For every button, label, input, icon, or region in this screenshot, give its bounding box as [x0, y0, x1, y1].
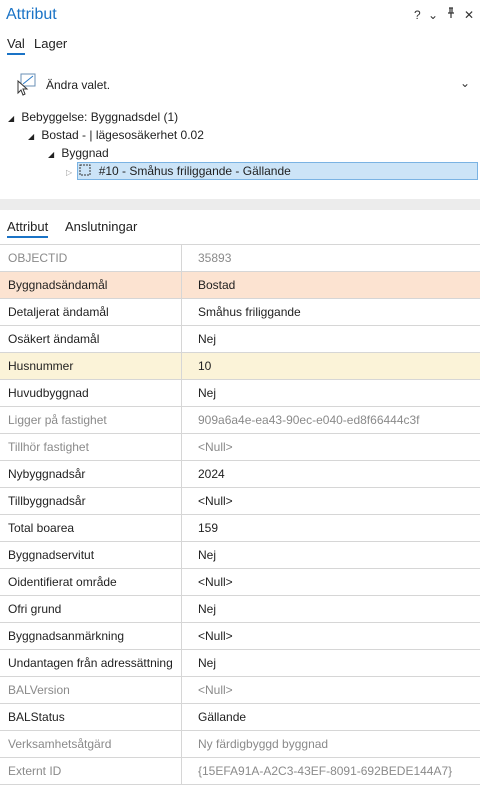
collapse-triangle-icon[interactable]: ▷	[66, 164, 76, 182]
attribute-name: Ligger på fastighet	[0, 406, 182, 434]
attribute-value[interactable]: Gällande	[181, 703, 480, 731]
attribute-row[interactable]: Nybyggnadsår 2024	[0, 460, 480, 488]
attribute-value: <Null>	[181, 676, 480, 704]
pane-header: Attribut ? ⌄ ✕	[0, 0, 480, 30]
expand-triangle-icon[interactable]: ◢	[8, 110, 18, 128]
attribute-value[interactable]: Nej	[181, 379, 480, 407]
attribute-value[interactable]: 159	[181, 514, 480, 542]
attribute-name: Tillhör fastighet	[0, 433, 182, 461]
pin-icon[interactable]	[446, 7, 456, 23]
tree-node-label: #10 - Småhus friliggande - Gällande	[98, 164, 291, 178]
attribute-row[interactable]: Byggnadsändamål Bostad	[0, 271, 480, 299]
attribute-row[interactable]: BALVersion <Null>	[0, 676, 480, 704]
attribute-row[interactable]: Huvudbyggnad Nej	[0, 379, 480, 407]
attribute-row[interactable]: Ligger på fastighet 909a6a4e-ea43-90ec-e0…	[0, 406, 480, 434]
attribute-row[interactable]: Oidentifierat område <Null>	[0, 568, 480, 596]
attribute-name: Nybyggnadsår	[0, 460, 182, 488]
attribute-value[interactable]: Nej	[181, 541, 480, 569]
attribute-row[interactable]: Tillhör fastighet <Null>	[0, 433, 480, 461]
tree-node-feature[interactable]: ▷ #10 - Småhus friliggande - Gällande	[66, 162, 291, 180]
change-selection-label: Ändra valet.	[46, 78, 111, 92]
tree-node-class[interactable]: ◢ Byggnad	[48, 144, 109, 162]
attribute-value[interactable]: 10	[181, 352, 480, 380]
feature-icon	[79, 163, 91, 181]
attribute-name: Detaljerat ändamål	[0, 298, 182, 326]
attribute-row[interactable]: Byggnadservitut Nej	[0, 541, 480, 569]
tab-attribut[interactable]: Attribut	[7, 219, 49, 238]
select-cursor-icon	[14, 72, 40, 99]
attribute-row[interactable]: Undantagen från adressättning Nej	[0, 649, 480, 677]
attribute-value: Ny färdigbyggd byggnad	[181, 730, 480, 758]
attribute-row[interactable]: Osäkert ändamål Nej	[0, 325, 480, 353]
attribute-name: Byggnadservitut	[0, 541, 182, 569]
tree-node-subtype[interactable]: ◢ Bostad - | lägesosäkerhet 0.02	[28, 126, 204, 144]
attribute-name: Huvudbyggnad	[0, 379, 182, 407]
section-divider	[0, 199, 480, 210]
attribute-name: Osäkert ändamål	[0, 325, 182, 353]
options-menu-icon[interactable]: ⌄	[428, 7, 438, 23]
attribute-row[interactable]: Husnummer 10	[0, 352, 480, 380]
tab-val[interactable]: Val	[7, 36, 25, 55]
attribute-name: Byggnadsändamål	[0, 271, 182, 299]
attribute-name: Externt ID	[0, 757, 182, 785]
attribute-table: OBJECTID 35893 Byggnadsändamål Bostad Detalj…	[0, 245, 480, 785]
attribute-name: BALVersion	[0, 676, 182, 704]
tree-node-label: Byggnad	[61, 146, 109, 160]
attribute-row[interactable]: Verksamhetsåtgärd Ny färdigbyggd byggnad	[0, 730, 480, 758]
attribute-row[interactable]: Ofri grund Nej	[0, 595, 480, 623]
tree-node-label: Bebyggelse: Byggnadsdel (1)	[21, 110, 179, 124]
attribute-name: OBJECTID	[0, 245, 182, 272]
attribute-name: Undantagen från adressättning	[0, 649, 182, 677]
attribute-tabs: Attribut Anslutningar	[0, 210, 480, 244]
attribute-name: BALStatus	[0, 703, 182, 731]
attribute-value[interactable]: Småhus friliggande	[181, 298, 480, 326]
attribute-value[interactable]: 2024	[181, 460, 480, 488]
tab-lager[interactable]: Lager	[34, 36, 67, 51]
attribute-value: 909a6a4e-ea43-90ec-e040-ed8f66444c3f	[181, 406, 480, 434]
attribute-name: Tillbyggnadsår	[0, 487, 182, 515]
tree-node-layer[interactable]: ◢ Bebyggelse: Byggnadsdel (1)	[8, 108, 178, 126]
attribute-value[interactable]: Bostad	[181, 271, 480, 299]
expand-triangle-icon[interactable]: ◢	[48, 146, 58, 164]
attribute-name: Ofri grund	[0, 595, 182, 623]
attribute-row[interactable]: Detaljerat ändamål Småhus friliggande	[0, 298, 480, 326]
attribute-row[interactable]: OBJECTID 35893	[0, 245, 480, 272]
attribute-row[interactable]: Total boarea 159	[0, 514, 480, 542]
attribute-value[interactable]: Nej	[181, 649, 480, 677]
attribute-value: <Null>	[181, 433, 480, 461]
attribute-row[interactable]: Byggnadsanmärkning <Null>	[0, 622, 480, 650]
tree-node-label: Bostad - | lägesosäkerhet 0.02	[41, 128, 204, 142]
attribute-row[interactable]: Tillbyggnadsår <Null>	[0, 487, 480, 515]
attribute-row[interactable]: Externt ID {15EFA91A-A2C3-43EF-8091-692BE…	[0, 757, 480, 785]
attribute-value[interactable]: Nej	[181, 595, 480, 623]
attribute-value[interactable]: <Null>	[181, 487, 480, 515]
attribute-value: {15EFA91A-A2C3-43EF-8091-692BEDE144A7}	[181, 757, 480, 785]
attribute-name: Byggnadsanmärkning	[0, 622, 182, 650]
attribute-value: 35893	[181, 245, 480, 272]
change-selection-button[interactable]: Ändra valet. ⌄	[12, 70, 474, 98]
attribute-row[interactable]: BALStatus Gällande	[0, 703, 480, 731]
tab-anslutningar[interactable]: Anslutningar	[65, 219, 137, 234]
attribute-name: Husnummer	[0, 352, 182, 380]
attribute-name: Oidentifierat område	[0, 568, 182, 596]
attribute-value[interactable]: <Null>	[181, 622, 480, 650]
attribute-name: Total boarea	[0, 514, 182, 542]
pane-title: Attribut	[6, 6, 57, 23]
attribute-name: Verksamhetsåtgärd	[0, 730, 182, 758]
chevron-down-icon[interactable]: ⌄	[460, 76, 470, 90]
attribute-value[interactable]: Nej	[181, 325, 480, 353]
expand-triangle-icon[interactable]: ◢	[28, 128, 38, 146]
close-icon[interactable]: ✕	[464, 7, 474, 23]
attribute-value[interactable]: <Null>	[181, 568, 480, 596]
help-icon[interactable]: ?	[414, 7, 421, 23]
